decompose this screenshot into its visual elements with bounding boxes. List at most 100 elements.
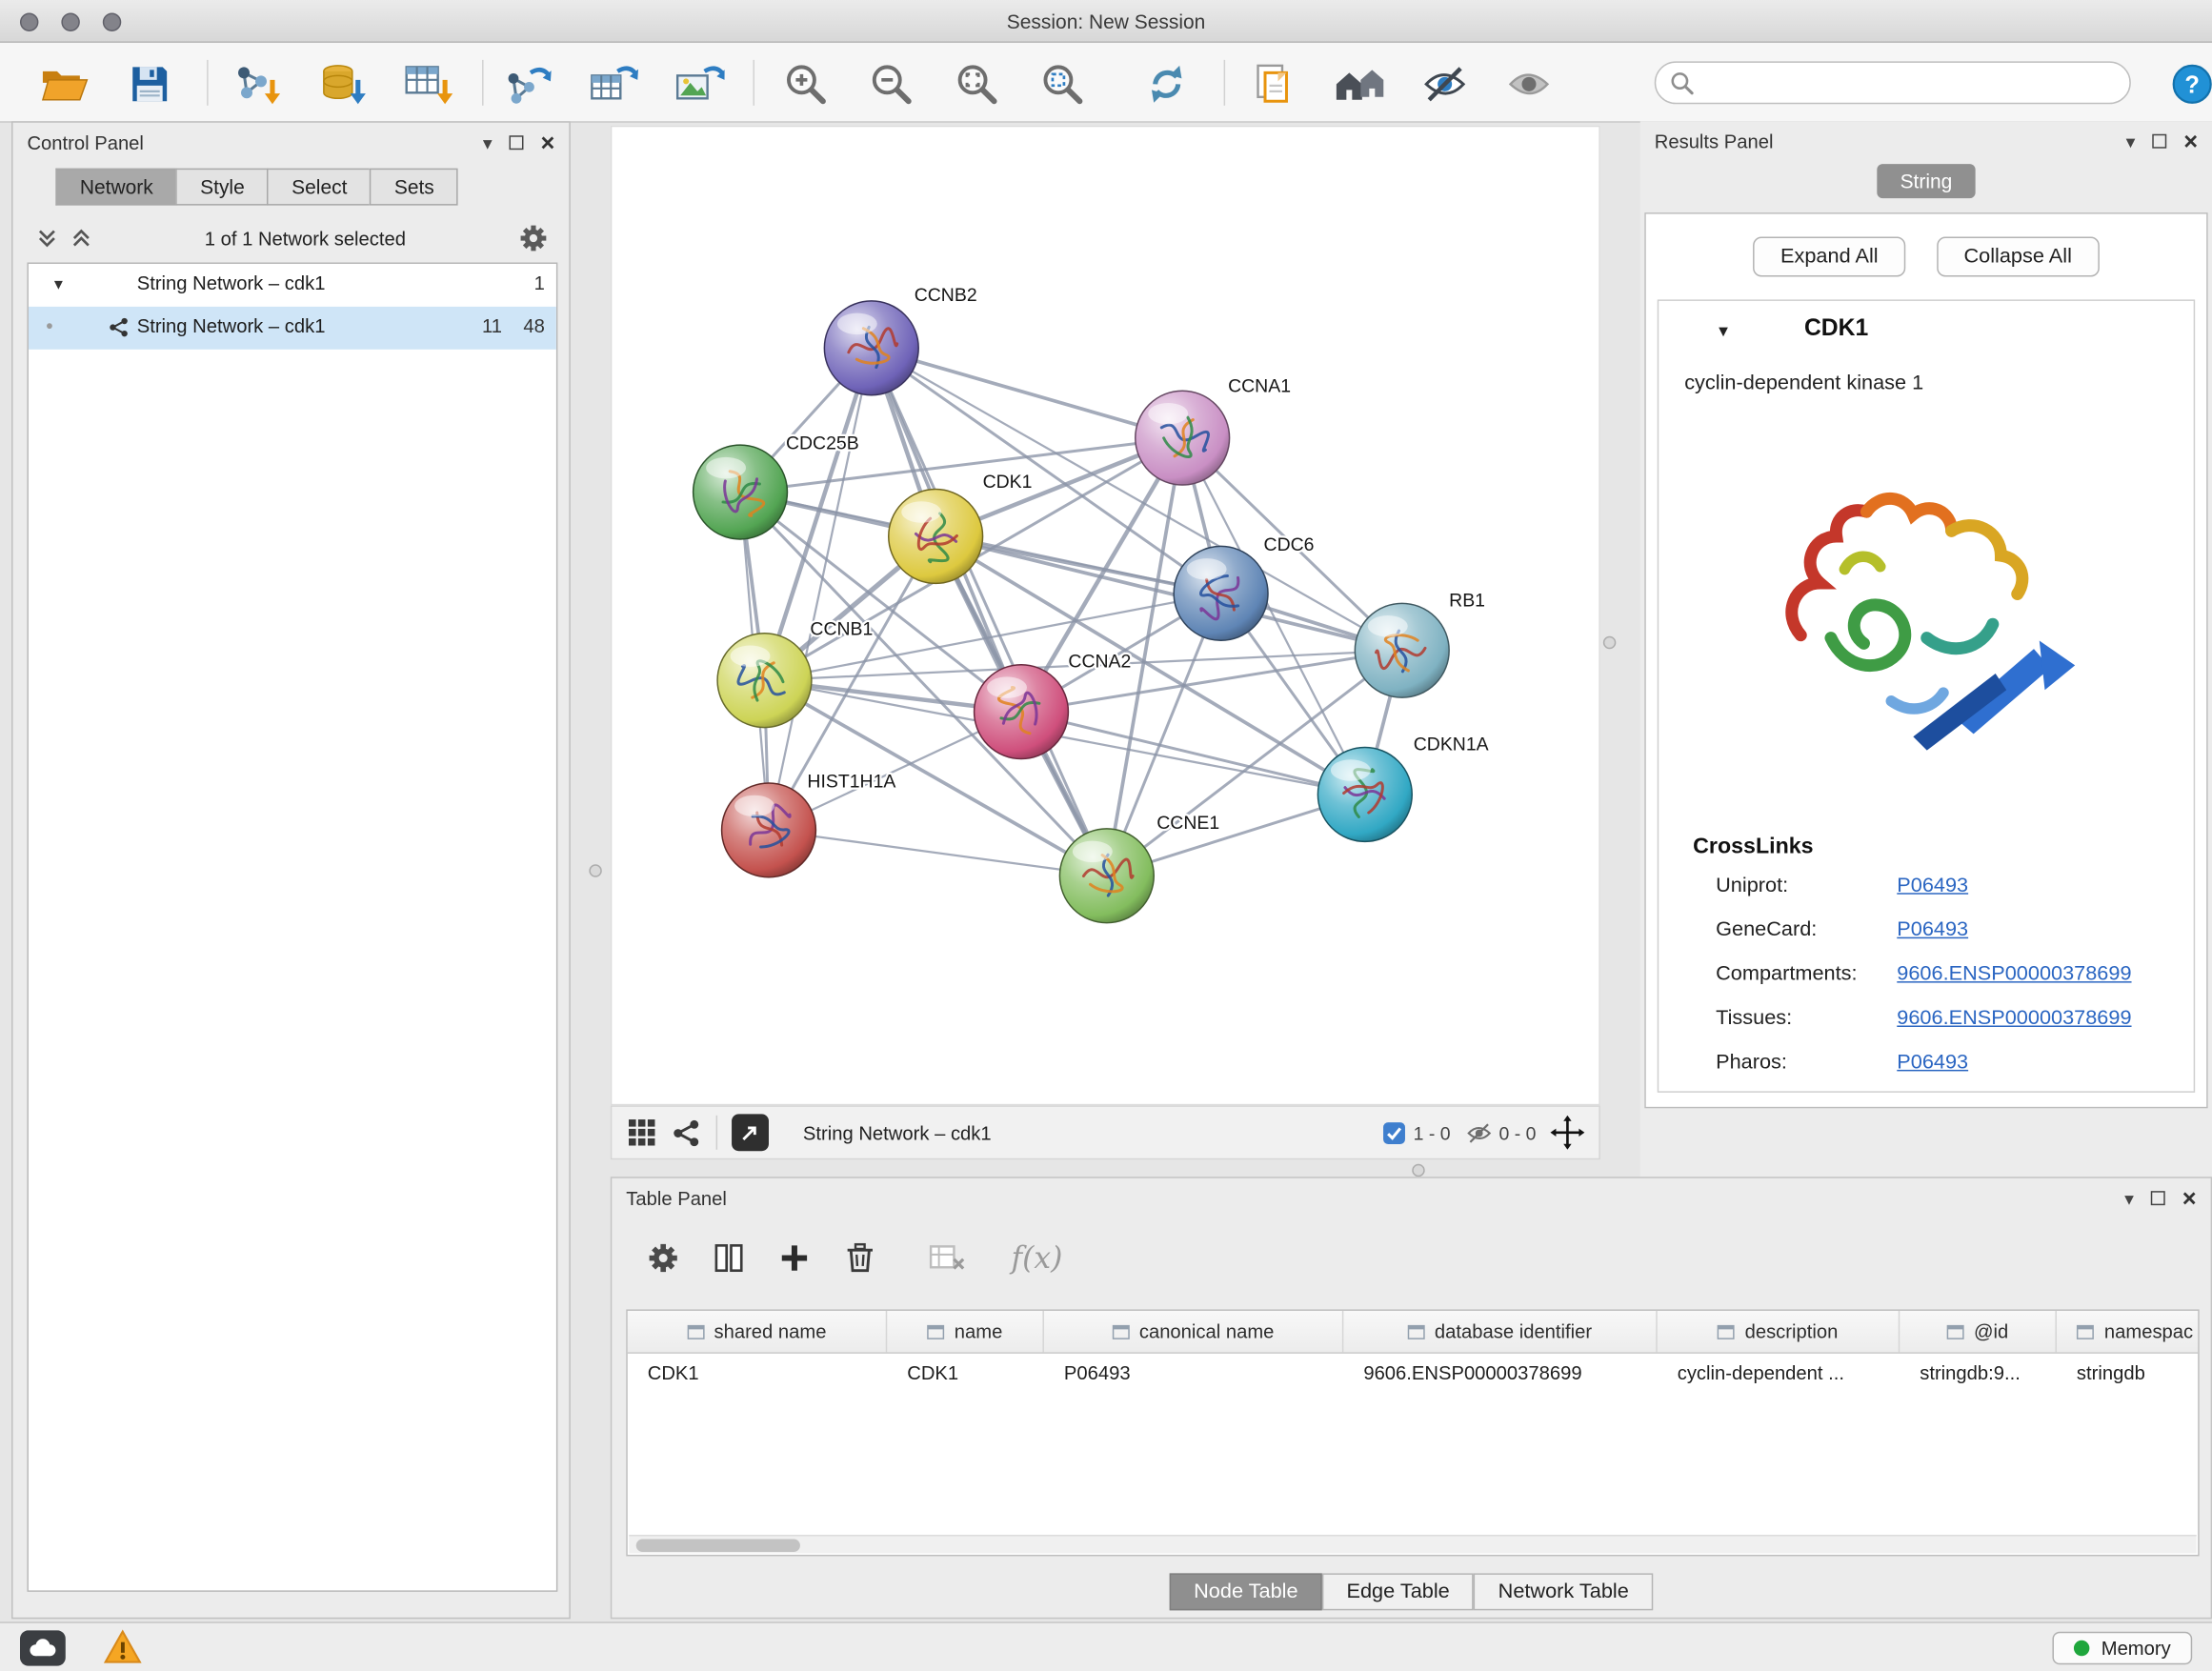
export-table-icon[interactable] <box>585 55 642 112</box>
grid-view-icon[interactable] <box>626 1117 657 1148</box>
zoom-in-icon[interactable] <box>777 55 835 112</box>
node-label-cdc6: CDC6 <box>1264 534 1315 555</box>
expand-all-networks-icon[interactable] <box>35 227 58 250</box>
column-header--id[interactable]: @id <box>1900 1311 2057 1352</box>
table-row[interactable]: CDK1CDK1P064939606.ENSP00000378699cyclin… <box>628 1354 2198 1394</box>
horizontal-scrollbar[interactable] <box>629 1535 2196 1553</box>
float-panel-icon[interactable]: ▾ <box>2124 1189 2134 1207</box>
open-folder-icon[interactable] <box>35 55 92 112</box>
table-cell[interactable]: cyclin-dependent ... <box>1658 1354 1900 1394</box>
network-edge[interactable] <box>769 348 872 830</box>
function-builder-icon[interactable]: f(x) <box>1012 1241 1063 1276</box>
maximize-panel-icon[interactable] <box>2152 134 2166 149</box>
import-network-database-icon[interactable] <box>313 55 371 112</box>
table-cell[interactable]: stringdb:9... <box>1900 1354 2057 1394</box>
warning-icon[interactable] <box>103 1629 143 1666</box>
crosslink-link[interactable]: P06493 <box>1897 875 1968 897</box>
tab-select[interactable]: Select <box>268 169 371 206</box>
table-cell[interactable]: CDK1 <box>887 1354 1044 1394</box>
import-table-icon[interactable] <box>399 55 456 112</box>
table-cell[interactable]: CDK1 <box>628 1354 887 1394</box>
column-header-description[interactable]: description <box>1658 1311 1900 1352</box>
close-panel-icon[interactable]: × <box>2183 129 2198 152</box>
memory-button[interactable]: Memory <box>2053 1631 2192 1663</box>
collapse-all-networks-icon[interactable] <box>70 227 92 250</box>
tab-edge-table[interactable]: Edge Table <box>1322 1573 1474 1610</box>
help-icon[interactable]: ? <box>2163 55 2212 112</box>
collapse-all-button[interactable]: Collapse All <box>1937 237 2099 277</box>
import-network-file-icon[interactable] <box>229 55 286 112</box>
table-options-gear-icon[interactable] <box>646 1241 680 1276</box>
network-edge[interactable] <box>769 830 1107 876</box>
column-header-database-identifier[interactable]: database identifier <box>1343 1311 1657 1352</box>
tab-style[interactable]: Style <box>176 169 268 206</box>
network-canvas[interactable]: CCNB2CCNA1CDC25BCDK1CDC6RB1CCNB1CCNA2CDK… <box>611 126 1600 1106</box>
eye-hide-icon[interactable] <box>1415 55 1472 112</box>
maximize-panel-icon[interactable] <box>510 135 524 150</box>
splitter-handle[interactable] <box>589 864 601 876</box>
add-column-icon[interactable] <box>777 1241 812 1276</box>
zoom-selected-icon[interactable] <box>1034 55 1091 112</box>
expand-all-button[interactable]: Expand All <box>1754 237 1905 277</box>
column-header-namespac[interactable]: namespac <box>2057 1311 2200 1352</box>
table-cell[interactable]: P06493 <box>1044 1354 1343 1394</box>
crosslink-link[interactable]: P06493 <box>1897 1051 1968 1074</box>
close-panel-icon[interactable]: × <box>541 131 555 154</box>
titlebar: Session: New Session <box>0 0 2212 43</box>
float-panel-icon[interactable]: ▾ <box>2126 131 2136 150</box>
crosslink-link[interactable]: P06493 <box>1897 918 1968 941</box>
refresh-layout-icon[interactable] <box>1138 55 1196 112</box>
export-network-icon[interactable] <box>499 55 556 112</box>
search-input[interactable] <box>1703 71 2116 94</box>
network-node-hist1h1a[interactable]: HIST1H1A <box>722 771 896 876</box>
tab-sets[interactable]: Sets <box>370 169 458 206</box>
network-node-cdkn1a[interactable]: CDKN1A <box>1317 735 1488 842</box>
network-node-ccna1[interactable]: CCNA1 <box>1136 376 1291 485</box>
network-edge[interactable] <box>872 348 1107 876</box>
string-tab-badge[interactable]: String <box>1878 164 1976 198</box>
share-network-icon[interactable] <box>672 1117 701 1147</box>
zoom-out-icon[interactable] <box>863 55 920 112</box>
column-header-name[interactable]: name <box>887 1311 1044 1352</box>
table-cell[interactable]: 9606.ENSP00000378699 <box>1343 1354 1657 1394</box>
show-columns-icon[interactable] <box>712 1241 746 1276</box>
homes-icon[interactable] <box>1331 55 1388 112</box>
network-node-cdk1[interactable]: CDK1 <box>889 472 1033 583</box>
crosslink-link[interactable]: 9606.ENSP00000378699 <box>1897 963 2131 986</box>
network-node-ccnb2[interactable]: CCNB2 <box>824 285 976 395</box>
network-node-ccnb1[interactable]: CCNB1 <box>717 618 873 727</box>
splitter-handle[interactable] <box>1412 1164 1424 1177</box>
tab-network[interactable]: Network <box>55 169 175 206</box>
network-edge[interactable] <box>935 536 1402 651</box>
column-header-canonical-name[interactable]: canonical name <box>1044 1311 1343 1352</box>
tab-node-table[interactable]: Node Table <box>1170 1573 1322 1610</box>
crosslink-link[interactable]: 9606.ENSP00000378699 <box>1897 1007 2131 1030</box>
export-image-icon[interactable] <box>671 55 728 112</box>
network-edge[interactable] <box>872 348 1182 437</box>
delete-column-icon[interactable] <box>843 1241 877 1276</box>
collapse-gene-icon[interactable]: ▾ <box>1719 319 1728 342</box>
cloud-status-icon[interactable] <box>20 1630 66 1665</box>
table-panel-title: Table Panel <box>626 1187 727 1208</box>
eye-show-icon[interactable] <box>1499 55 1557 112</box>
pan-crosshair-icon[interactable] <box>1550 1116 1584 1150</box>
network-collection-row[interactable]: ▾ String Network – cdk1 1 <box>29 264 556 307</box>
table-cell[interactable]: stringdb <box>2057 1354 2200 1394</box>
float-panel-icon[interactable]: ▾ <box>483 133 493 151</box>
clear-table-icon[interactable] <box>929 1242 966 1274</box>
close-panel-icon[interactable]: × <box>2182 1186 2197 1210</box>
splitter-handle[interactable] <box>1603 636 1616 649</box>
open-external-icon[interactable] <box>732 1114 769 1151</box>
tab-network-table[interactable]: Network Table <box>1474 1573 1653 1610</box>
maximize-panel-icon[interactable] <box>2151 1191 2165 1205</box>
network-edge-count: 48 <box>523 315 545 336</box>
document-icon[interactable] <box>1245 55 1302 112</box>
zoom-fit-icon[interactable] <box>949 55 1006 112</box>
tree-expand-icon[interactable]: ▾ <box>54 273 63 293</box>
network-node-rb1[interactable]: RB1 <box>1355 590 1485 697</box>
network-row[interactable]: ● String Network – cdk1 11 48 <box>29 307 556 350</box>
network-options-gear-icon[interactable] <box>517 223 549 254</box>
scrollbar-thumb[interactable] <box>636 1539 800 1551</box>
save-icon[interactable] <box>121 55 178 112</box>
column-header-shared-name[interactable]: shared name <box>628 1311 887 1352</box>
